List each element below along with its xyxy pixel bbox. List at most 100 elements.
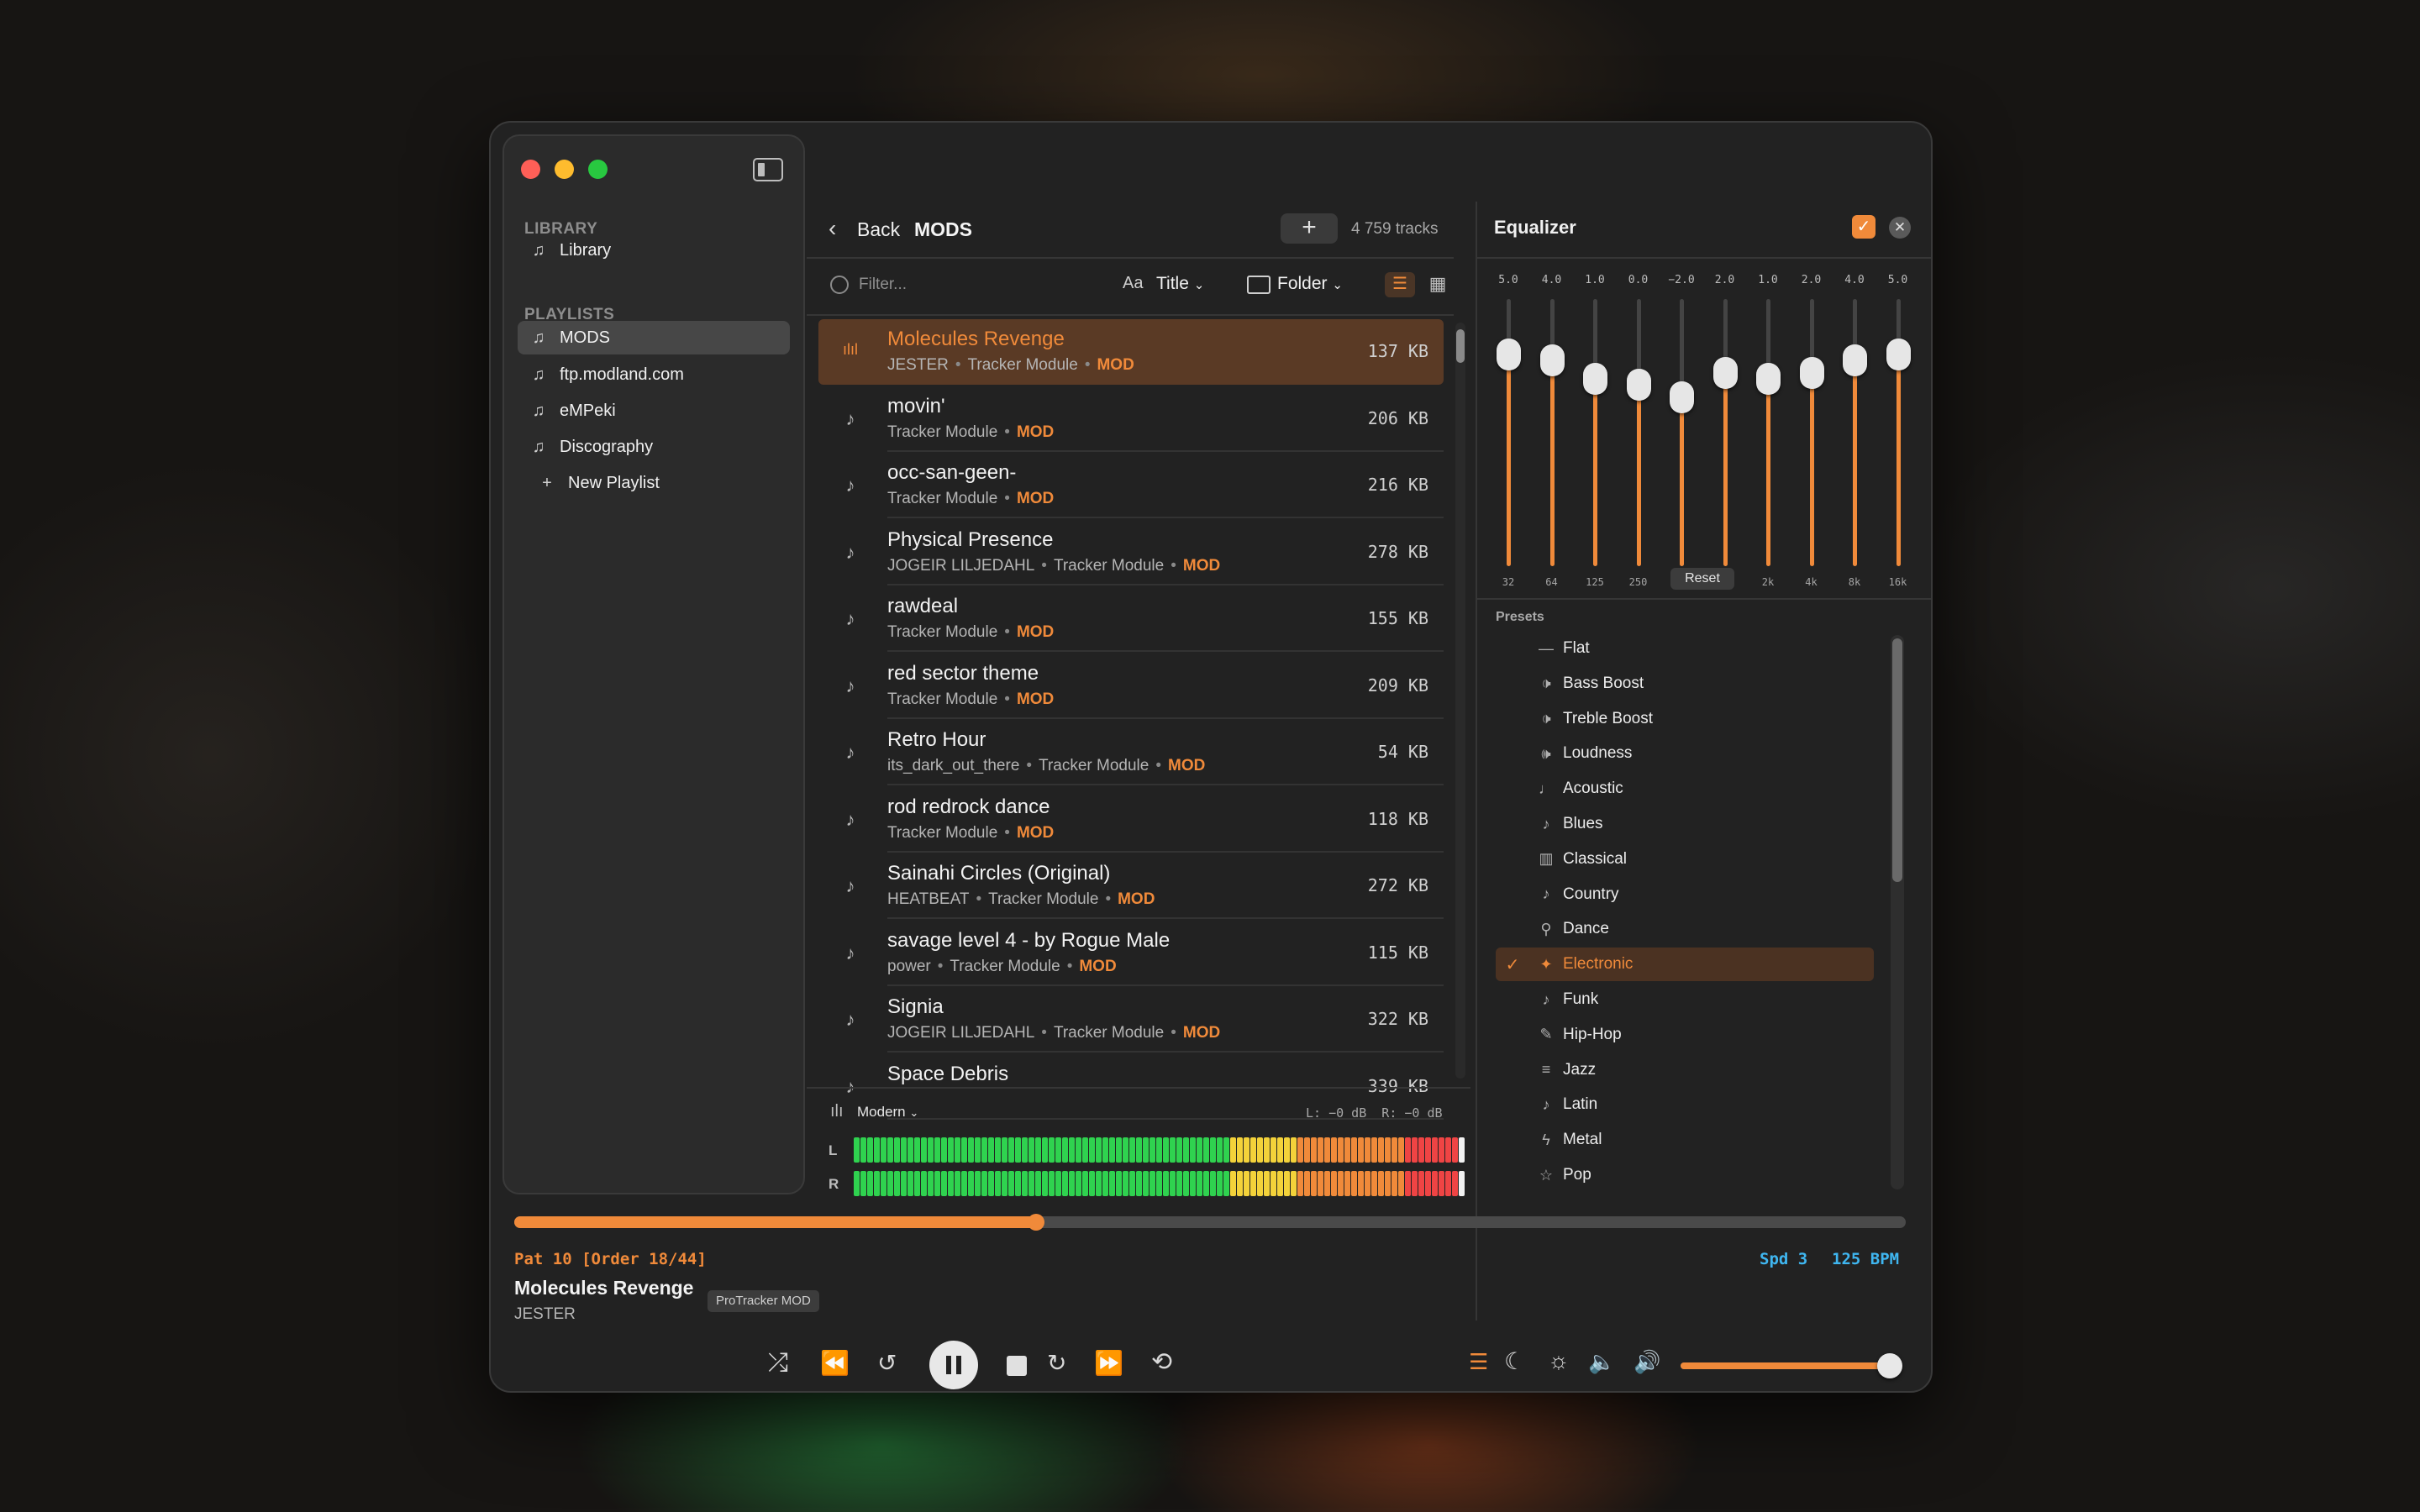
zoom-window-button[interactable] (588, 160, 608, 179)
track-row[interactable]: ılıl Molecules Revenge JESTER • Tracker Modu… (818, 319, 1444, 385)
meter-segment (881, 1137, 886, 1163)
eq-reset-button[interactable]: Reset (1670, 568, 1734, 590)
preset-acoustic[interactable]: ♩ Acoustic (1496, 772, 1874, 806)
meter-segment (1425, 1171, 1431, 1196)
track-title: rod redrock dance (887, 795, 1050, 818)
preset-dance[interactable]: ⚲ Dance (1496, 912, 1874, 946)
sidebar-item-mods[interactable]: ♫ MODS (518, 321, 790, 354)
preset-metal[interactable]: ϟ Metal (1496, 1123, 1874, 1157)
meter-style-dropdown[interactable]: Modern ⌄ (857, 1104, 918, 1121)
track-row[interactable]: ♪ rod redrock dance Tracker Module • MOD 118 … (818, 787, 1444, 853)
track-row[interactable]: ♪ Physical Presence JOGEIR LILJEDAHL • Track… (818, 520, 1444, 585)
sidebar-toggle-icon[interactable] (753, 158, 783, 181)
track-row[interactable]: ♪ Signia JOGEIR LILJEDAHL • Tracker Module • M… (818, 987, 1444, 1053)
eq-slider-fill (1507, 350, 1511, 566)
sidebar-item-empeki[interactable]: ♫ eMPeki (518, 394, 790, 428)
track-row[interactable]: ♪ red sector theme Tracker Module • MOD 209 K… (818, 654, 1444, 719)
sidebar-item-label: ftp.modland.com (560, 365, 684, 384)
track-row[interactable]: ♪ Sainahi Circles (Original) HEATBEAT • Trac… (818, 853, 1444, 919)
sort-by-title-dropdown[interactable]: Title ⌄ (1156, 274, 1204, 294)
meter-segment (1439, 1137, 1444, 1163)
preset-bass-boost[interactable]: 🕩 Bass Boost (1496, 667, 1874, 701)
volume-knob[interactable] (1876, 1353, 1902, 1378)
meter-segment (1217, 1137, 1223, 1163)
filter-input[interactable]: Filter... (859, 276, 907, 294)
minimize-window-button[interactable] (555, 160, 574, 179)
eq-slider-knob[interactable] (1799, 356, 1824, 389)
preset-latin[interactable]: ♪ Latin (1496, 1088, 1874, 1121)
waveform-icon: ılı (830, 1102, 844, 1121)
eq-slider-knob[interactable] (1843, 344, 1867, 377)
progress-knob[interactable] (1028, 1214, 1044, 1231)
eq-slider-knob[interactable] (1539, 344, 1565, 377)
equalizer-toggle-icon[interactable]: ☰ (1469, 1349, 1488, 1375)
now-playing-title: Molecules Revenge (514, 1277, 694, 1299)
meter-segment (1136, 1171, 1142, 1196)
playback-progress-bar[interactable] (514, 1214, 1906, 1231)
rewind-5s-button[interactable]: ↺ (877, 1349, 897, 1377)
track-row[interactable]: ♪ rawdeal Tracker Module • MOD 155 KB (818, 586, 1444, 652)
preset-label: Loudness (1563, 744, 1633, 763)
preset-treble-boost[interactable]: 🕩 Treble Boost (1496, 702, 1874, 736)
eq-slider-knob[interactable] (1626, 369, 1651, 402)
close-icon[interactable]: ✕ (1889, 217, 1911, 239)
eq-slider-knob[interactable] (1583, 363, 1607, 396)
preset-loudness[interactable]: 🕪 Loudness (1496, 737, 1874, 770)
track-row[interactable]: ♪ movin' Tracker Module • MOD 206 KB (818, 386, 1444, 452)
sidebar-item-ftp-modland[interactable]: ♫ ftp.modland.com (518, 358, 790, 391)
volume-slider[interactable] (1681, 1353, 1902, 1378)
speaker-icon: 🕩 (1541, 675, 1551, 692)
sidebar-item-discography[interactable]: ♫ Discography (518, 430, 790, 464)
presets-scrollbar[interactable] (1891, 635, 1904, 1189)
preset-jazz[interactable]: ≡ Jazz (1496, 1053, 1874, 1087)
forward-5s-button[interactable]: ↻ (1047, 1349, 1066, 1377)
add-track-button[interactable]: + (1281, 213, 1338, 244)
preset-funk[interactable]: ♪ Funk (1496, 983, 1874, 1016)
close-window-button[interactable] (521, 160, 540, 179)
eq-slider-knob[interactable] (1670, 381, 1694, 414)
grid-view-toggle[interactable]: ▦ (1425, 272, 1450, 297)
list-view-toggle[interactable]: ☰ (1385, 272, 1415, 297)
eq-slider-knob[interactable] (1756, 363, 1781, 396)
moon-icon[interactable]: ☾ (1504, 1347, 1525, 1375)
music-note-icon: ♪ (845, 875, 855, 896)
meter-segment (1392, 1137, 1397, 1163)
track-row[interactable]: ♪ occ-san-geen- Tracker Module • MOD 216 KB (818, 453, 1444, 518)
chevron-left-icon[interactable]: ‹ (829, 215, 836, 242)
previous-button[interactable]: ⏪ (820, 1349, 850, 1377)
preset-hip-hop[interactable]: ✎ Hip-Hop (1496, 1018, 1874, 1052)
equalizer-enabled-checkbox[interactable]: ✓ (1852, 215, 1876, 239)
volume-low-icon[interactable]: 🔈 (1588, 1349, 1615, 1375)
progress-fill (514, 1216, 1036, 1228)
shuffle-button[interactable]: ⤮ (768, 1349, 788, 1378)
eq-slider-knob[interactable] (1712, 356, 1738, 389)
preset-pop[interactable]: ☆ Pop (1496, 1158, 1874, 1192)
sidebar-item-library[interactable]: ♫ Library (518, 234, 790, 267)
meter-segment (1344, 1171, 1350, 1196)
next-button[interactable]: ⏩ (1094, 1349, 1123, 1377)
eq-slider-knob[interactable] (1886, 339, 1911, 370)
volume-high-icon[interactable]: 🔊 (1634, 1349, 1660, 1375)
back-button[interactable]: Back (857, 218, 900, 241)
meter-segment (1418, 1171, 1424, 1196)
preset-classical[interactable]: ▥ Classical (1496, 843, 1874, 876)
eq-slider-knob[interactable] (1497, 339, 1521, 370)
scrollbar-thumb[interactable] (1456, 329, 1465, 363)
preset-flat[interactable]: — Flat (1496, 632, 1874, 665)
group-by-folder-dropdown[interactable]: Folder ⌄ (1277, 274, 1343, 294)
preset-electronic[interactable]: ✓ ✦ Electronic (1496, 948, 1874, 982)
repeat-button[interactable]: ⟲ (1151, 1347, 1172, 1377)
new-playlist-button[interactable]: + New Playlist (526, 466, 798, 500)
track-list-scrollbar[interactable] (1455, 323, 1465, 1079)
preset-blues[interactable]: ♪ Blues (1496, 807, 1874, 841)
track-row[interactable]: ♪ Retro Hour its_dark_out_there • Tracker Mo… (818, 720, 1444, 785)
stop-button[interactable] (1007, 1356, 1027, 1376)
track-row[interactable]: ♪ savage level 4 - by Rogue Male power • Tra… (818, 921, 1444, 986)
eq-gain-value: 4.0 (1844, 274, 1865, 286)
brightness-icon[interactable]: ☼ (1548, 1347, 1570, 1374)
pause-button[interactable] (929, 1341, 978, 1389)
preset-country[interactable]: ♪ Country (1496, 878, 1874, 911)
scrollbar-thumb[interactable] (1892, 638, 1902, 882)
presets-header: Presets (1496, 610, 1544, 624)
meter-segment (1223, 1171, 1229, 1196)
